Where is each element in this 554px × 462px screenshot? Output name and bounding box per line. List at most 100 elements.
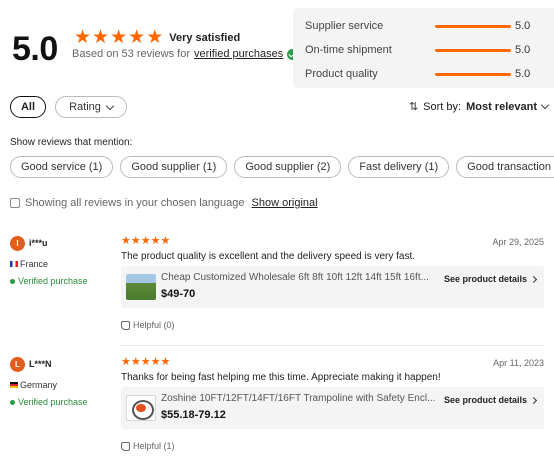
chevron-down-icon bbox=[540, 100, 550, 110]
verified-dot-icon bbox=[10, 278, 15, 284]
product-name[interactable]: Cheap Customized Wholesale 6ft 8ft 10ft … bbox=[161, 272, 439, 283]
helpful-count: Helpful (0) bbox=[133, 320, 175, 330]
metric-label: Product quality bbox=[305, 68, 378, 80]
metric-bar bbox=[435, 72, 511, 76]
see-product-details-link[interactable]: See product details bbox=[443, 395, 538, 405]
show-original-link[interactable]: Show original bbox=[252, 197, 318, 209]
translate-icon bbox=[10, 198, 20, 208]
review-divider bbox=[120, 345, 544, 346]
filter-all-button[interactable]: All bbox=[10, 96, 46, 118]
germany-flag-icon bbox=[10, 382, 18, 388]
based-on-text: Based on 53 reviews for bbox=[72, 48, 191, 60]
verified-dot-icon bbox=[10, 399, 15, 405]
metric-bar bbox=[435, 24, 511, 28]
rating-dropdown-label: Rating bbox=[69, 101, 101, 113]
metric-value: 5.0 bbox=[515, 44, 531, 56]
product-name[interactable]: Zoshine 10FT/12FT/14FT/16FT Trampoline w… bbox=[161, 393, 439, 404]
metric-on-time-shipment: On-time shipment 5.0 bbox=[305, 38, 551, 62]
star-icon: ★ bbox=[130, 356, 141, 368]
metric-product-quality: Product quality 5.0 bbox=[305, 62, 551, 86]
mentions-title: Show reviews that mention: bbox=[10, 137, 133, 148]
metric-label: On-time shipment bbox=[305, 44, 392, 56]
verified-text: Verified purchase bbox=[18, 397, 88, 407]
metric-value: 5.0 bbox=[515, 68, 531, 80]
avatar: I bbox=[10, 236, 25, 251]
based-on-line: Based on 53 reviews for verified purchas… bbox=[72, 48, 299, 60]
star-icon: ★ bbox=[140, 356, 151, 368]
star-icon: ★ bbox=[160, 356, 171, 368]
chevron-down-icon bbox=[105, 101, 115, 110]
helpful-button[interactable]: Helpful (1) bbox=[121, 441, 175, 451]
metric-value: 5.0 bbox=[515, 20, 531, 32]
sort-value: Most relevant bbox=[466, 100, 537, 113]
satisfaction-label: Very satisfied bbox=[169, 31, 241, 44]
chevron-right-icon bbox=[529, 396, 538, 404]
rating-summary: 5.0 ★ ★ ★ ★ ★ Very satisfied Based on 53… bbox=[10, 8, 554, 88]
star-icon: ★ bbox=[150, 356, 161, 368]
helpful-count: Helpful (1) bbox=[133, 441, 175, 451]
product-price: $49-70 bbox=[161, 288, 196, 300]
chip-good-supplier[interactable]: Good supplier (1) bbox=[120, 156, 228, 178]
product-price: $55.18-79.12 bbox=[161, 409, 226, 421]
reviewer-country: France bbox=[10, 259, 48, 269]
star-icon: ★ bbox=[121, 356, 131, 368]
france-flag-icon bbox=[10, 261, 18, 267]
verified-text: Verified purchase bbox=[18, 276, 88, 286]
star-icon: ★ bbox=[146, 27, 164, 48]
country-name: France bbox=[20, 259, 49, 269]
star-icon: ★ bbox=[128, 27, 146, 48]
metrics-panel: Supplier service 5.0 On-time shipment 5.… bbox=[293, 8, 554, 88]
review-date: Apr 11, 2023 bbox=[493, 358, 544, 368]
review-text: Thanks for being fast helping me this ti… bbox=[121, 372, 441, 383]
star-icon: ★ bbox=[121, 235, 131, 247]
star-icon: ★ bbox=[140, 235, 151, 247]
metric-bar bbox=[435, 48, 511, 52]
sort-icon: ⇅ bbox=[408, 101, 419, 113]
chip-good-transaction[interactable]: Good transaction (2) bbox=[456, 156, 554, 178]
thumbs-up-icon bbox=[121, 320, 130, 330]
verified-purchase: Verified purchase bbox=[10, 276, 88, 286]
sort-dropdown[interactable]: ⇅ Sort by: Most relevant bbox=[408, 100, 550, 113]
star-icon: ★ bbox=[130, 235, 141, 247]
review-date: Apr 29, 2025 bbox=[492, 237, 544, 247]
verified-purchases-link[interactable]: verified purchases bbox=[194, 48, 283, 60]
chip-fast-delivery[interactable]: Fast delivery (1) bbox=[348, 156, 450, 178]
product-card[interactable]: Cheap Customized Wholesale 6ft 8ft 10ft … bbox=[121, 266, 544, 308]
details-label: See product details bbox=[443, 395, 527, 405]
product-thumbnail[interactable] bbox=[126, 274, 156, 300]
chip-good-service[interactable]: Good service (1) bbox=[10, 156, 114, 178]
thumbs-up-icon bbox=[121, 441, 130, 451]
country-name: Germany bbox=[20, 380, 58, 390]
language-text: Showing all reviews in your chosen langu… bbox=[25, 197, 245, 209]
helpful-button[interactable]: Helpful (0) bbox=[121, 320, 175, 330]
metric-supplier-service: Supplier service 5.0 bbox=[305, 14, 551, 38]
reviewer-country: Germany bbox=[10, 380, 57, 390]
rating-line: ★ ★ ★ ★ ★ Very satisfied bbox=[74, 28, 240, 47]
filter-bar: All Rating ⇅ Sort by: Most relevant bbox=[10, 96, 554, 120]
review-text: The product quality is excellent and the… bbox=[121, 251, 416, 262]
see-product-details-link[interactable]: See product details bbox=[443, 274, 538, 284]
details-label: See product details bbox=[443, 274, 527, 284]
chevron-right-icon bbox=[529, 275, 538, 283]
avatar: L bbox=[10, 357, 25, 372]
review-stars: ★ ★ ★ ★ ★ bbox=[121, 236, 170, 247]
language-notice: Showing all reviews in your chosen langu… bbox=[10, 197, 318, 209]
star-icon: ★ bbox=[92, 27, 110, 48]
verified-purchase: Verified purchase bbox=[10, 397, 88, 407]
star-icon: ★ bbox=[110, 27, 128, 48]
product-thumbnail[interactable] bbox=[126, 395, 156, 421]
reviewer-name: i***u bbox=[29, 238, 48, 248]
mention-chips: Good service (1) Good supplier (1) Good … bbox=[10, 156, 554, 178]
overall-stars: ★ ★ ★ ★ ★ bbox=[74, 28, 163, 47]
metric-label: Supplier service bbox=[305, 20, 384, 32]
reviewer-name: L***N bbox=[29, 359, 52, 369]
star-icon: ★ bbox=[74, 27, 92, 48]
filter-rating-dropdown[interactable]: Rating bbox=[55, 96, 127, 118]
sort-prefix: Sort by: bbox=[423, 100, 462, 113]
chip-good-supplier-2[interactable]: Good supplier (2) bbox=[234, 156, 342, 178]
review-stars: ★ ★ ★ ★ ★ bbox=[121, 357, 170, 368]
product-card[interactable]: Zoshine 10FT/12FT/14FT/16FT Trampoline w… bbox=[121, 387, 544, 429]
star-icon: ★ bbox=[150, 235, 161, 247]
star-icon: ★ bbox=[160, 235, 171, 247]
overall-score: 5.0 bbox=[12, 30, 58, 68]
